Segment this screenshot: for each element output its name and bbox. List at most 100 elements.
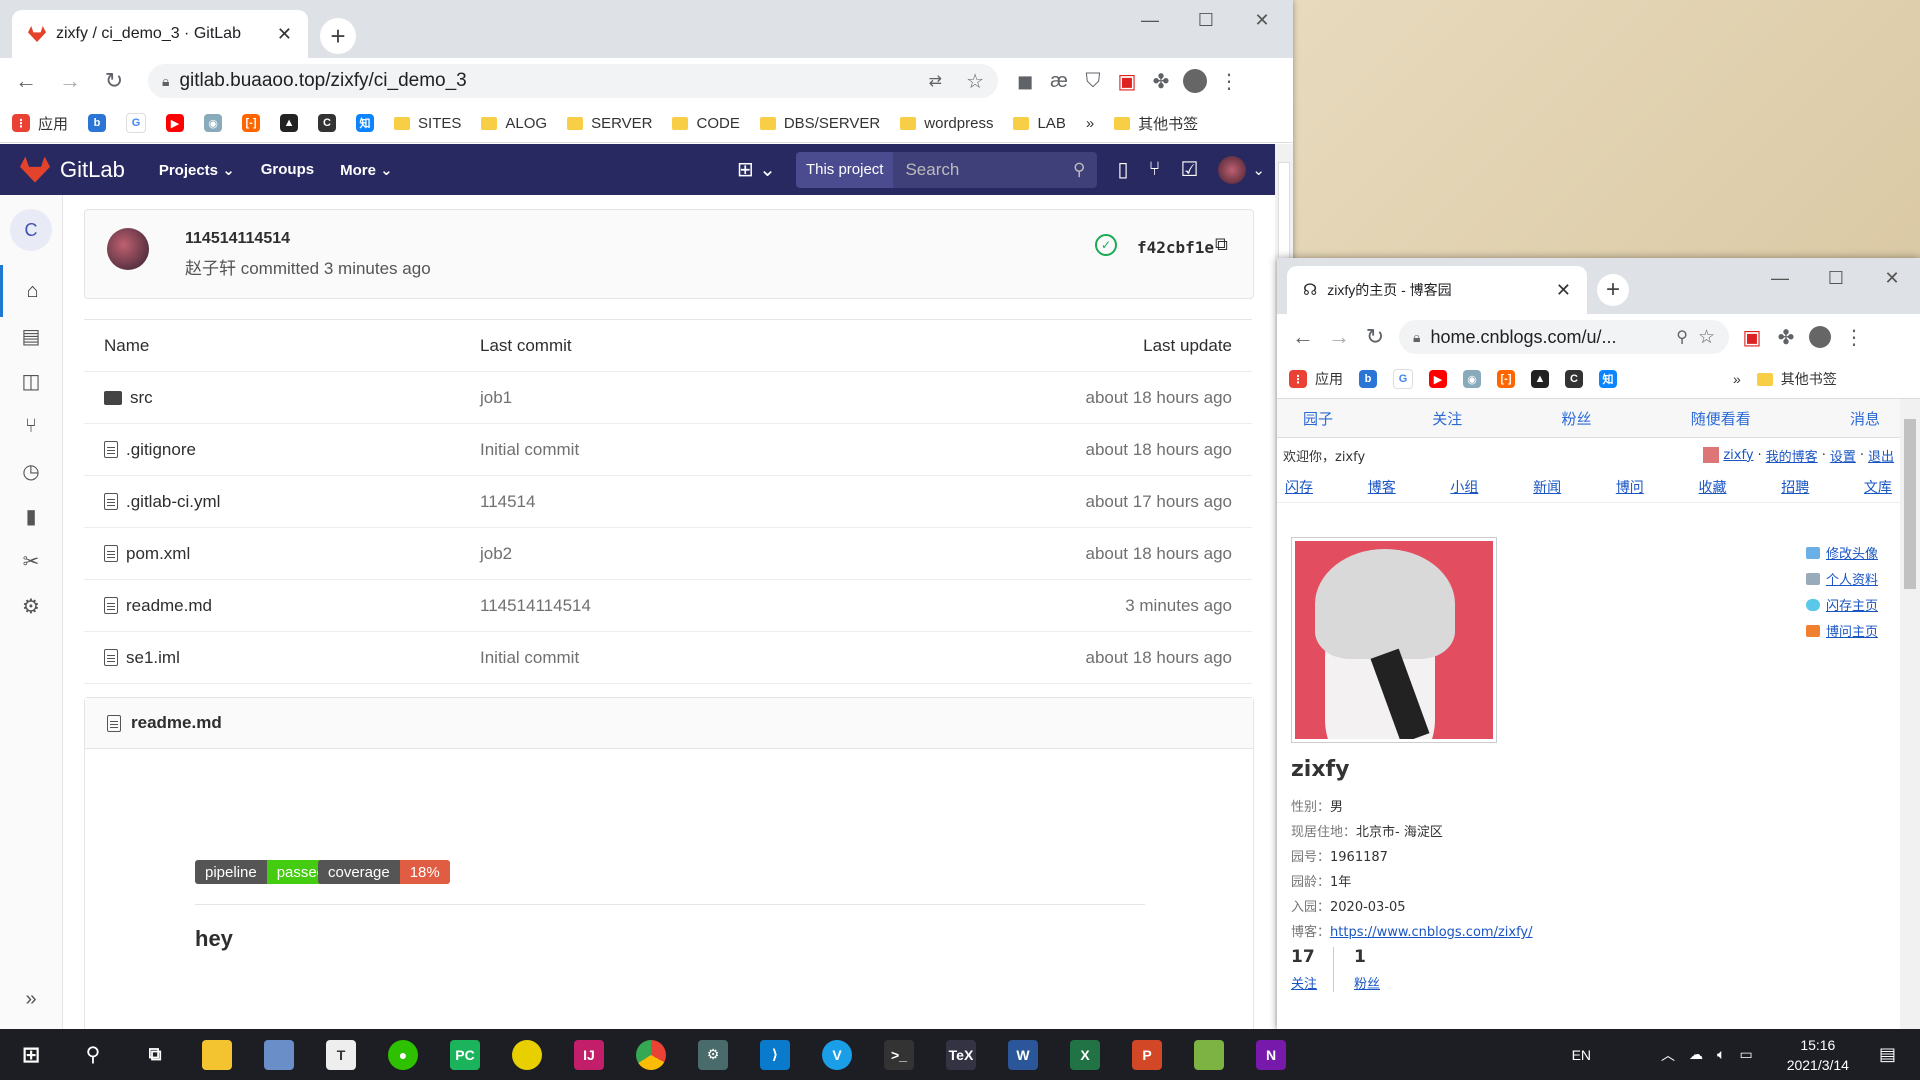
search-scope[interactable]: This project xyxy=(795,151,894,188)
browser-tab-cnblogs[interactable]: ☊ zixfy的主页 - 博客园 ✕ xyxy=(1287,266,1587,314)
chrome-icon[interactable] xyxy=(620,1029,682,1080)
table-row[interactable]: se1.iml Initial commit about 18 hours ag… xyxy=(84,632,1252,684)
gitlab-search[interactable]: This project Search ⚲ xyxy=(795,151,1098,188)
bing-icon[interactable]: b xyxy=(88,114,107,132)
nav-yuanzi[interactable]: 园子 xyxy=(1303,408,1333,429)
committer-avatar[interactable] xyxy=(107,228,149,270)
plus-square-icon[interactable]: ⊞ ⌄ xyxy=(737,157,776,182)
project-avatar[interactable]: C xyxy=(10,209,52,251)
graduation-cap-icon[interactable]: ▲ xyxy=(280,114,299,132)
file-name[interactable]: pom.xml xyxy=(126,544,190,564)
pipeline-passed-icon[interactable]: ✓ xyxy=(1095,234,1117,256)
row-commit[interactable]: 114514114514 xyxy=(480,596,591,616)
bookmark-star-icon[interactable]: ☆ xyxy=(1698,326,1715,349)
browser-tab-gitlab[interactable]: zixfy / ci_demo_3 · GitLab ✕ xyxy=(12,10,308,58)
extension-icon-red[interactable]: ▣ xyxy=(1735,320,1769,354)
intellij-icon[interactable]: IJ xyxy=(558,1029,620,1080)
link-profile[interactable]: 个人资料 xyxy=(1826,569,1878,588)
link-zixfy[interactable]: zixfy xyxy=(1723,448,1753,463)
bookmarks-overflow-button[interactable]: » xyxy=(1086,115,1094,132)
link-settings[interactable]: 设置 xyxy=(1830,446,1856,465)
back-icon[interactable]: ← xyxy=(8,63,44,99)
menu-kebab-icon[interactable]: ⋮ xyxy=(1212,64,1246,98)
bookmark-folder-sites[interactable]: SITES xyxy=(394,115,461,132)
shield-icon[interactable]: ⛉ xyxy=(1076,64,1110,98)
start-windows-icon[interactable]: ⊞ xyxy=(0,1029,62,1080)
tab-close-icon[interactable]: ✕ xyxy=(1556,280,1571,301)
bookmark-folder-lab[interactable]: LAB xyxy=(1013,115,1066,132)
site-icon-2[interactable]: [-] xyxy=(242,114,261,132)
table-row[interactable]: src job1 about 18 hours ago xyxy=(84,372,1252,424)
graduation-cap-icon[interactable]: ▲ xyxy=(1531,370,1549,388)
collapse-sidebar-icon[interactable]: » xyxy=(0,973,62,1025)
texstudio-icon[interactable]: TeX xyxy=(930,1029,992,1080)
file-explorer-icon[interactable] xyxy=(186,1029,248,1080)
typora-icon[interactable]: T xyxy=(310,1029,372,1080)
google-icon[interactable]: G xyxy=(1393,369,1413,389)
copy-icon[interactable]: ⧉ xyxy=(1215,234,1228,255)
vscode-icon[interactable]: ⟩ xyxy=(744,1029,806,1080)
bookmark-folder-other[interactable]: 其他书签 xyxy=(1756,369,1837,389)
gitlab-logo[interactable]: GitLab xyxy=(20,156,125,183)
input-language[interactable]: EN xyxy=(1572,1047,1591,1063)
following-link[interactable]: 关注 xyxy=(1291,973,1317,992)
pipeline-badge[interactable]: pipeline passed xyxy=(195,860,336,884)
bookmark-folder-server[interactable]: SERVER xyxy=(567,115,652,132)
maximize-icon[interactable]: ☐ xyxy=(1808,258,1864,298)
app-icon-v[interactable]: V xyxy=(806,1029,868,1080)
bing-icon[interactable]: b xyxy=(1359,370,1377,388)
link-my-blog[interactable]: 我的博客 xyxy=(1766,446,1818,465)
maximize-icon[interactable]: ☐ xyxy=(1178,0,1234,40)
excel-icon[interactable]: X xyxy=(1054,1029,1116,1080)
link-shancun-home[interactable]: 闪存主页 xyxy=(1826,595,1878,614)
profile-photo[interactable] xyxy=(1291,537,1497,743)
terminal-icon[interactable]: >_ xyxy=(868,1029,930,1080)
table-row[interactable]: pom.xml job2 about 18 hours ago xyxy=(84,528,1252,580)
site-icon-1[interactable]: ◉ xyxy=(1463,370,1481,388)
bookmark-star-icon[interactable]: ☆ xyxy=(966,69,984,94)
reload-icon[interactable]: ↻ xyxy=(96,63,132,99)
row-commit[interactable]: Initial commit xyxy=(480,440,579,460)
extension-icon-red[interactable]: ▣ xyxy=(1110,64,1144,98)
zhihu-icon[interactable]: 知 xyxy=(356,114,375,132)
new-tab-button[interactable]: + xyxy=(1597,274,1629,306)
new-tab-button[interactable]: + xyxy=(320,18,356,54)
reload-icon[interactable]: ↻ xyxy=(1357,319,1393,355)
row-commit[interactable]: 114514 xyxy=(480,492,535,512)
address-bar[interactable]: 🔒︎ home.cnblogs.com/u/... ⚲ ☆ xyxy=(1399,320,1729,354)
site-icon-3[interactable]: C xyxy=(318,114,337,132)
back-icon[interactable]: ← xyxy=(1285,319,1321,355)
search-icon[interactable]: ⚲ xyxy=(62,1029,124,1080)
bookmark-folder-wordpress[interactable]: wordpress xyxy=(900,115,993,132)
sub-bowen[interactable]: 博问 xyxy=(1616,477,1644,497)
minimize-icon[interactable]: — xyxy=(1752,258,1808,298)
translate-icon[interactable]: ⇄ xyxy=(929,71,942,91)
profile-avatar-icon[interactable] xyxy=(1178,64,1212,98)
coverage-badge[interactable]: coverage 18% xyxy=(318,860,450,884)
user-avatar-dropdown[interactable]: ⌄ xyxy=(1218,155,1265,184)
tab-close-icon[interactable]: ✕ xyxy=(277,24,292,45)
page-scrollbar[interactable] xyxy=(1900,399,1920,1029)
todo-check-icon[interactable]: ☑ xyxy=(1180,157,1198,182)
site-icon-1[interactable]: ◉ xyxy=(204,114,223,132)
pycharm-icon[interactable]: PC xyxy=(434,1029,496,1080)
nav-projects[interactable]: Projects ⌄ xyxy=(159,161,235,179)
youtube-icon[interactable]: ▶ xyxy=(1429,370,1447,388)
file-name[interactable]: .gitignore xyxy=(126,440,196,460)
bookmark-apps[interactable]: ⋮ 应用 xyxy=(1289,369,1343,389)
row-commit[interactable]: Initial commit xyxy=(480,648,579,668)
app-icon-mail[interactable] xyxy=(248,1029,310,1080)
puzzle-icon[interactable]: ✤ xyxy=(1769,320,1803,354)
sub-xiaozu[interactable]: 小组 xyxy=(1450,477,1478,497)
settings-gear-icon[interactable]: ⚙ xyxy=(0,580,62,632)
app-icon-paint[interactable] xyxy=(1178,1029,1240,1080)
extension-icon-ae[interactable]: æ xyxy=(1042,64,1076,98)
file-name[interactable]: .gitlab-ci.yml xyxy=(126,492,220,512)
puzzle-icon[interactable]: ✤ xyxy=(1144,64,1178,98)
file-name[interactable]: se1.iml xyxy=(126,648,180,668)
cloud-icon[interactable]: ☁ xyxy=(1689,1046,1703,1063)
forward-icon[interactable]: → xyxy=(52,63,88,99)
nav-suibian[interactable]: 随便看看 xyxy=(1691,408,1751,429)
sub-boke[interactable]: 博客 xyxy=(1368,477,1396,497)
nav-fensi[interactable]: 粉丝 xyxy=(1561,408,1591,429)
